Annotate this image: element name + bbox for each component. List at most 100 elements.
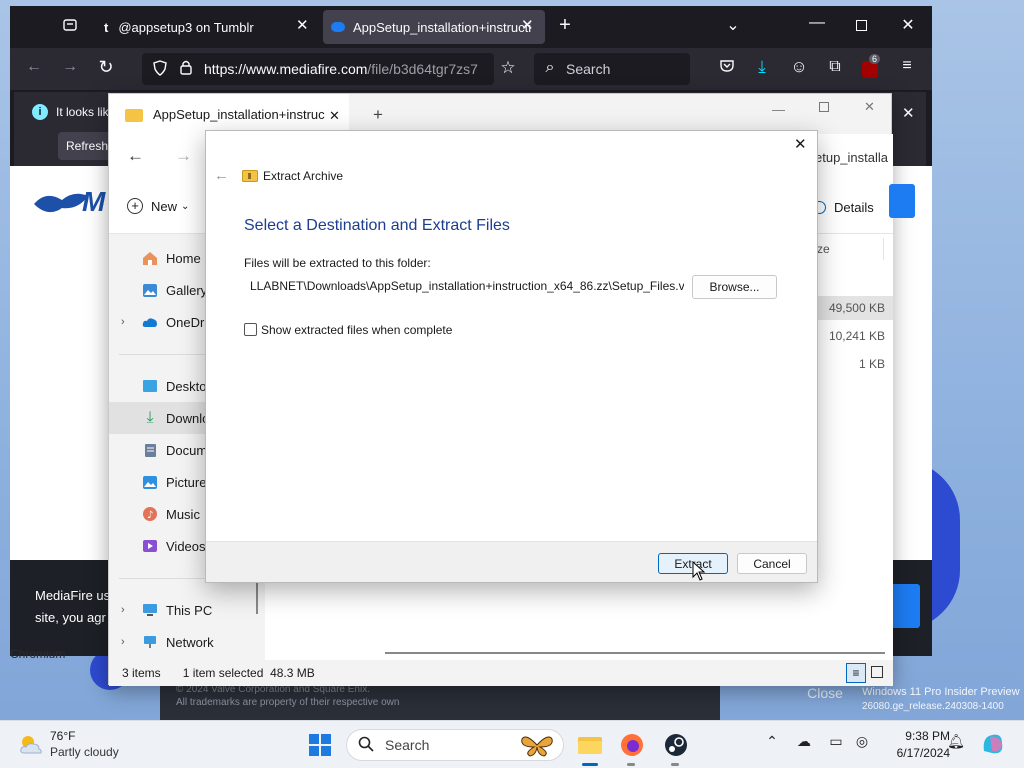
onedrive-offline-icon[interactable]: ☁ [794,733,814,750]
tiles-view-icon[interactable] [871,666,883,678]
tab-mediafire[interactable]: AppSetup_installation+instructi [323,10,545,44]
tab-mediafire-close-icon[interactable]: ✕ [521,16,534,34]
extension-badge: 6 [869,54,881,64]
window-close-icon[interactable]: ✕ [896,15,920,35]
dialog-back-icon[interactable]: ← [214,167,229,184]
zip-folder-icon [242,169,258,185]
forward-icon[interactable]: → [58,58,82,76]
dialog-title: Extract Archive [263,169,344,183]
show-files-label[interactable]: Show extracted files when complete [261,323,452,337]
reload-icon[interactable]: ↻ [94,57,118,78]
explorer-minimize-icon[interactable]: — [772,102,785,117]
taskbar-steam[interactable] [658,727,694,763]
steam-running-indicator [671,763,679,766]
explorer-back-icon[interactable]: ← [127,146,144,166]
clock-date[interactable]: 6/17/2024 [880,746,950,760]
svg-text:♪: ♪ [147,510,153,521]
steam-trademark: All trademarks are property of their res… [176,697,400,708]
sidebar-item-downloads-label: Downlo [166,410,210,426]
steam-icon [665,734,687,756]
network-icon [141,634,159,650]
shield-icon[interactable] [148,60,172,81]
explorer-maximize-icon[interactable] [819,102,829,112]
details-button[interactable]: Details [813,200,874,215]
notification-bell-icon[interactable]: 🔔︎ [946,733,966,750]
details-view-icon[interactable]: ≡ [846,663,866,683]
notification-close-icon[interactable]: ✕ [902,104,915,122]
extensions-icon[interactable]: ⧉ [823,58,847,76]
windows-logo-icon [309,734,331,756]
pocket-icon[interactable] [715,59,739,78]
maximize-icon[interactable] [856,20,867,31]
tab-tumblr-close-icon[interactable]: ✕ [296,16,309,34]
explorer-close-icon[interactable]: ✕ [864,99,875,115]
mouse-cursor-icon [692,560,706,584]
tumblr-favicon-icon: t [104,19,109,35]
desktop-icon [141,378,159,394]
status-item-count: 3 items [122,666,161,680]
search-magnifier-icon: ⌕ [545,59,555,76]
explorer-path-fragment[interactable]: etup_installa [815,150,888,165]
cookie-text-line2: site, you agr [35,610,106,625]
bookmark-star-icon[interactable]: ☆ [496,58,520,78]
status-selection: 1 item selected 48.3 MB [182,666,315,680]
explorer-tab-close-icon[interactable]: ✕ [329,108,340,124]
notification-text: It looks lik [56,105,109,119]
explorer-forward-icon[interactable]: → [175,146,192,166]
details-pane-edge [889,184,915,218]
explorer-tab[interactable]: AppSetup_installation+instruc [109,94,349,134]
taskbar-firefox[interactable] [614,727,650,763]
downloads-icon[interactable]: ⤓ [750,57,774,77]
sidebar-item-music-label: Music [166,506,200,522]
this-pc-expand-icon[interactable]: › [121,604,125,616]
copilot-icon[interactable] [980,731,1006,760]
size-column-header[interactable]: ze [817,242,830,256]
taskbar-search-label: Search [385,737,430,753]
extract-archive-dialog: ✕ ← Extract Archive Select a Destination… [205,130,818,583]
explorer-status-bar: 3 items 1 item selected 48.3 MB ≡ [109,660,893,686]
start-button[interactable] [302,727,338,763]
sidebar-item-network[interactable]: › Network [109,626,265,658]
firefox-toolbar: ← → ↻ https://www.mediafire.com/file/b3d… [10,48,932,90]
sidebar-item-this-pc[interactable]: › This PC [109,594,265,626]
file-size-3: 1 KB [858,357,885,371]
tab-tumblr[interactable]: t @appsetup3 on Tumblr [96,10,318,44]
info-icon: i [32,104,48,120]
dialog-close-icon[interactable]: ✕ [794,135,807,153]
onedrive-expand-icon[interactable]: › [121,316,125,328]
new-button[interactable]: + New ⌄ [127,198,189,214]
explorer-tab-title: AppSetup_installation+instruc [153,106,325,122]
back-icon[interactable]: ← [22,58,46,76]
taskbar: 76°F Partly cloudy Search ⌃ ☁ ▭ ◎ 9:38 P… [0,720,1024,768]
tray-chevron-icon[interactable]: ⌃ [762,733,782,750]
browse-button[interactable]: Browse... [692,275,777,299]
weather-widget[interactable]: 76°F Partly cloudy [14,727,134,763]
cancel-button[interactable]: Cancel [737,553,807,574]
show-files-checkbox[interactable] [244,323,257,336]
tab-overview-icon[interactable] [58,17,82,38]
gallery-icon [141,282,159,298]
horizontal-scrollbar[interactable] [385,652,885,654]
network-sound-icon[interactable]: ◎ [852,733,872,750]
windows-watermark-edition: Windows 11 Pro Insider Preview [862,686,1020,698]
clock-time[interactable]: 9:38 PM [890,729,950,743]
download-icon: ⤓ [146,409,154,426]
new-tab-icon[interactable]: + [553,14,577,37]
file-size-1: 49,500 KB [828,301,885,315]
web-search-placeholder: Search [566,61,611,77]
new-plus-icon: + [127,198,143,214]
tab-list-chevron-icon[interactable]: ⌄ [721,15,745,35]
account-icon[interactable]: ☺ [787,57,811,77]
mediafire-logo-text: M [82,186,106,217]
taskbar-file-explorer[interactable] [572,727,608,763]
lock-icon[interactable] [174,59,198,80]
network-expand-icon[interactable]: › [121,636,125,648]
menu-hamburger-icon[interactable]: ≡ [895,57,919,75]
destination-path-field[interactable]: LLABNET\Downloads\AppSetup_installation+… [244,275,684,297]
explorer-new-tab-icon[interactable]: + [373,105,383,125]
dialog-heading: Select a Destination and Extract Files [244,217,510,234]
sidebar-item-this-pc-label: This PC [166,602,213,618]
minimize-icon[interactable]: — [805,14,829,32]
display-icon[interactable]: ▭ [826,733,846,750]
pc-icon [141,602,159,618]
